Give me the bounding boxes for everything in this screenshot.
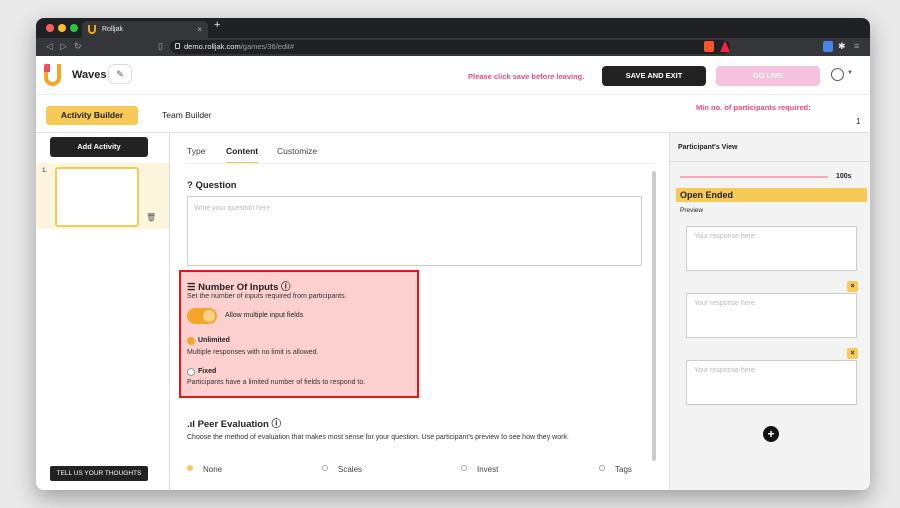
address-bar[interactable]: demo.rolljak.com/games/36/edit# xyxy=(170,40,730,54)
editor-pane: Type Content Customize ? Question ☰ Numb… xyxy=(171,133,668,490)
new-tab-button[interactable]: + xyxy=(214,19,220,31)
unlimited-radio[interactable] xyxy=(187,337,195,345)
tab-content[interactable]: Content xyxy=(226,146,259,164)
activity-slot-number: 1. xyxy=(42,167,48,174)
list-icon: ☰ xyxy=(187,282,199,293)
peer-option-invest[interactable]: Invest xyxy=(461,465,498,474)
browser-window: Rolljak × + ◁ ▷ ↻ ▯ demo.rolljak.com/gam… xyxy=(36,18,870,490)
activity-sidebar: Add Activity 1. 🗑 TELL US YOUR THOUGHTS xyxy=(36,133,170,490)
question-box xyxy=(187,196,642,266)
add-activity-button[interactable]: Add Activity xyxy=(50,137,148,157)
radio-icon xyxy=(187,465,193,471)
brave-shield-icon[interactable] xyxy=(704,41,714,52)
lock-icon xyxy=(175,43,180,49)
close-window-button[interactable] xyxy=(46,24,54,32)
pencil-icon: ✎ xyxy=(116,69,124,79)
response-field[interactable]: Your response here xyxy=(686,226,857,271)
activity-slot-thumbnail[interactable] xyxy=(55,167,139,227)
participant-view-divider xyxy=(670,161,870,162)
game-name: Waves xyxy=(72,69,107,81)
add-field-button[interactable]: + xyxy=(763,426,779,442)
url-path: /games/36/edit# xyxy=(240,42,295,51)
question-input[interactable] xyxy=(188,199,641,218)
timer-bar xyxy=(680,176,828,178)
preview-label: Preview xyxy=(680,207,704,214)
tab-activity-builder[interactable]: Activity Builder xyxy=(46,106,138,125)
peer-evaluation-description: Choose the method of evaluation that mak… xyxy=(187,434,569,441)
puzzle-icon[interactable]: ✱ xyxy=(838,41,846,52)
save-warning: Please click save before leaving. xyxy=(468,72,585,81)
extension-icon[interactable] xyxy=(823,41,833,52)
number-of-inputs-title: ☰ Number Of Inputs ⓘ xyxy=(187,282,291,293)
maximize-window-button[interactable] xyxy=(70,24,78,32)
fixed-label[interactable]: Fixed xyxy=(198,368,216,375)
activity-type-banner: Open Ended xyxy=(676,188,867,202)
response-placeholder: Your response here xyxy=(694,233,755,240)
menu-icon[interactable]: ≡ xyxy=(854,41,859,51)
save-and-exit-button[interactable]: SAVE AND EXIT xyxy=(602,66,706,86)
browser-tab-bar: Rolljak × + xyxy=(36,18,870,38)
peer-option-tags[interactable]: Tags xyxy=(599,465,632,474)
response-placeholder: Your response here xyxy=(694,300,755,307)
tabs-divider xyxy=(185,163,655,164)
url-host: demo.rolljak.com xyxy=(184,42,241,51)
radio-icon xyxy=(461,465,467,471)
chevron-down-icon[interactable]: ▼ xyxy=(847,70,853,76)
unlimited-description: Multiple responses with no limit is allo… xyxy=(187,349,319,356)
app-page: Waves ✎ Please click save before leaving… xyxy=(36,56,870,490)
number-of-inputs-section: ☰ Number Of Inputs ⓘ Set the number of i… xyxy=(179,270,419,398)
browser-toolbar: ◁ ▷ ↻ ▯ demo.rolljak.com/games/36/edit# … xyxy=(36,38,870,56)
go-live-button[interactable]: GO LIVE xyxy=(716,66,820,86)
tab-customize[interactable]: Customize xyxy=(277,146,317,156)
min-participants-label: Min no. of participants required: xyxy=(696,103,811,112)
bar-chart-icon: .ıl xyxy=(187,419,198,430)
forward-icon[interactable]: ▷ xyxy=(60,41,67,52)
response-field[interactable]: Your response here xyxy=(686,293,857,338)
edit-name-button[interactable]: ✎ xyxy=(108,64,132,84)
editor-scrollbar[interactable] xyxy=(652,171,656,461)
bookmark-icon[interactable]: ▯ xyxy=(158,41,163,52)
trash-icon[interactable]: 🗑 xyxy=(146,213,156,222)
tab-team-builder[interactable]: Team Builder xyxy=(162,110,212,120)
peer-option-scales[interactable]: Scales xyxy=(322,465,362,474)
remove-field-button[interactable]: × xyxy=(847,348,858,359)
peer-option-none[interactable]: None xyxy=(187,465,222,474)
browser-tab[interactable]: Rolljak × xyxy=(82,21,208,38)
number-of-inputs-description: Set the number of inputs required from p… xyxy=(187,293,347,300)
fixed-radio[interactable] xyxy=(187,368,195,376)
remove-field-button[interactable]: × xyxy=(847,281,858,292)
min-participants-value: 1 xyxy=(856,117,861,126)
back-icon[interactable]: ◁ xyxy=(46,41,53,52)
feedback-button[interactable]: TELL US YOUR THOUGHTS xyxy=(50,466,148,481)
timer-value: 100s xyxy=(836,173,852,180)
tab-title: Rolljak xyxy=(102,26,124,33)
multiple-inputs-label: Allow multiple input fields xyxy=(225,312,304,319)
rolljak-favicon-icon xyxy=(88,25,96,34)
participant-view-pane: Participant's View 100s Open Ended Previ… xyxy=(669,133,870,490)
close-tab-icon[interactable]: × xyxy=(197,21,202,38)
radio-icon xyxy=(322,465,328,471)
header-divider xyxy=(36,94,870,95)
reload-icon[interactable]: ↻ xyxy=(74,41,82,52)
user-avatar-icon[interactable] xyxy=(831,68,844,81)
rolljak-logo-icon xyxy=(44,64,61,86)
minimize-window-button[interactable] xyxy=(58,24,66,32)
fixed-description: Participants have a limited number of fi… xyxy=(187,379,366,386)
radio-icon xyxy=(599,465,605,471)
response-field[interactable]: Your response here xyxy=(686,360,857,405)
toggle-knob xyxy=(203,310,215,322)
participant-view-title: Participant's View xyxy=(678,144,738,151)
tab-type[interactable]: Type xyxy=(187,146,205,156)
question-title: ? Question xyxy=(187,180,237,191)
peer-evaluation-title: .ıl Peer Evaluation ⓘ xyxy=(187,419,281,430)
response-placeholder: Your response here xyxy=(694,367,755,374)
multiple-inputs-toggle[interactable] xyxy=(187,308,217,324)
unlimited-label[interactable]: Unlimited xyxy=(198,337,230,344)
